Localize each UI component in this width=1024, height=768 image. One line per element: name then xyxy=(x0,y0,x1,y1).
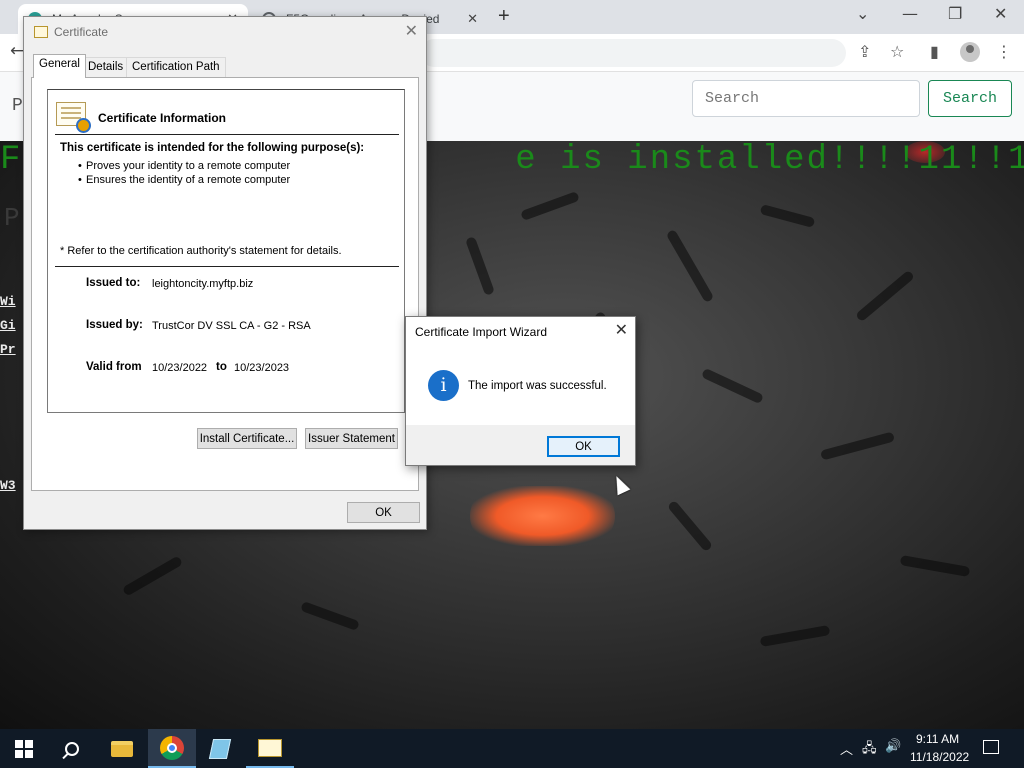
ok-button[interactable]: OK xyxy=(347,502,420,523)
tab-general[interactable]: General xyxy=(33,54,86,78)
tray-chevron-icon[interactable]: ︿ xyxy=(840,739,853,758)
info-title: Certificate Information xyxy=(98,111,227,125)
clock-date[interactable]: 11/18/2022 xyxy=(910,750,969,764)
valid-to-label: to xyxy=(216,361,227,373)
general-tab-panel: Certificate Information This certificate… xyxy=(31,77,419,491)
background-pattern xyxy=(520,191,580,221)
taskbar-chrome[interactable] xyxy=(148,729,196,768)
issued-to-label: Issued to: xyxy=(86,277,141,289)
dialog-footer: OK xyxy=(406,425,635,465)
folder-icon xyxy=(111,740,133,757)
background-pattern xyxy=(666,499,714,553)
background-pattern xyxy=(854,269,916,323)
tab-certification-path[interactable]: Certification Path xyxy=(126,57,226,78)
network-icon[interactable]: 🖧 xyxy=(862,739,877,761)
hero-subheading: P xyxy=(4,203,20,233)
background-pattern xyxy=(819,431,896,461)
issued-by-value: TrustCor DV SSL CA - G2 - RSA xyxy=(152,320,311,332)
minimize-button[interactable]: — xyxy=(902,4,918,23)
background-highlight xyxy=(470,486,615,546)
background-pattern xyxy=(759,204,816,228)
background-pattern xyxy=(465,236,495,296)
info-icon: i xyxy=(428,370,459,401)
tab-close-icon[interactable]: ✕ xyxy=(467,11,478,27)
background-pattern xyxy=(700,367,765,405)
link-pr[interactable]: Pr xyxy=(0,342,16,357)
link-w3[interactable]: W3 xyxy=(0,478,16,493)
link-gi[interactable]: Gi xyxy=(0,318,16,333)
certificate-icon xyxy=(34,26,48,38)
close-icon[interactable]: ✕ xyxy=(405,21,418,40)
valid-from-value: 10/23/2022 xyxy=(152,362,208,374)
link-wi[interactable]: Wi xyxy=(0,294,16,309)
import-wizard-dialog: Certificate Import Wizard ✕ i The import… xyxy=(405,316,636,466)
background-pattern xyxy=(759,624,831,648)
issuer-statement-button[interactable]: Issuer Statement xyxy=(305,428,398,449)
success-message: The import was successful. xyxy=(468,380,607,392)
valid-from-label: Valid from xyxy=(86,361,142,373)
divider xyxy=(55,134,399,135)
chrome-icon xyxy=(160,735,184,760)
dialog-title: Certificate xyxy=(54,25,109,39)
profile-avatar-icon[interactable] xyxy=(960,42,980,62)
share-icon[interactable]: ⇪ xyxy=(858,42,871,61)
certificate-icon xyxy=(258,738,282,757)
search-icon xyxy=(65,741,79,756)
search-button[interactable]: Search xyxy=(928,80,1012,117)
taskbar-notepad[interactable] xyxy=(196,729,244,768)
taskbar-file-explorer[interactable] xyxy=(98,729,146,768)
windows-logo-icon xyxy=(15,739,33,758)
taskbar-certificate[interactable] xyxy=(246,729,294,768)
navbar-brand[interactable]: P xyxy=(12,96,23,116)
certificate-dialog: Certificate ✕ General Details Certificat… xyxy=(23,16,427,530)
taskbar-search-button[interactable] xyxy=(48,729,96,768)
window-close-button[interactable]: ✕ xyxy=(994,4,1007,23)
background-pattern xyxy=(665,228,715,304)
start-button[interactable] xyxy=(0,729,48,768)
search-input[interactable] xyxy=(692,80,920,117)
background-pattern xyxy=(300,601,360,631)
menu-kebab-icon[interactable]: ⋮ xyxy=(996,42,1012,61)
certificate-icon xyxy=(56,102,91,133)
purpose-heading: This certificate is intended for the fol… xyxy=(60,142,365,154)
new-tab-button[interactable]: + xyxy=(498,5,510,28)
close-icon[interactable]: ✕ xyxy=(615,320,628,339)
notepad-icon xyxy=(208,738,232,759)
tab-details[interactable]: Details xyxy=(82,57,130,78)
bookmark-star-icon[interactable]: ☆ xyxy=(890,42,904,61)
issued-to-value: leightoncity.myftp.biz xyxy=(152,278,254,290)
purpose-item: Proves your identity to a remote compute… xyxy=(78,160,290,172)
install-certificate-button[interactable]: Install Certificate... xyxy=(197,428,297,449)
dialog-title: Certificate Import Wizard xyxy=(415,325,548,339)
address-bar[interactable] xyxy=(420,39,846,67)
dialog-titlebar: Certificate xyxy=(34,25,108,39)
tab-search-chevron-icon[interactable]: ⌄ xyxy=(856,4,869,23)
notification-icon[interactable] xyxy=(983,740,999,754)
background-pattern xyxy=(121,555,184,597)
certificate-info-box: Certificate Information This certificate… xyxy=(47,89,405,413)
clock-time[interactable]: 9:11 AM xyxy=(916,732,959,746)
refer-note: * Refer to the certification authority's… xyxy=(60,245,342,257)
valid-to-value: 10/23/2023 xyxy=(234,362,290,374)
issued-by-label: Issued by: xyxy=(86,319,143,331)
volume-icon[interactable]: 🔊 xyxy=(885,739,901,754)
taskbar: ︿ 🖧 🔊 9:11 AM 11/18/2022 xyxy=(0,729,1024,768)
divider xyxy=(55,266,399,267)
ok-button[interactable]: OK xyxy=(547,436,620,457)
background-pattern xyxy=(899,554,971,578)
restore-button[interactable]: ❐ xyxy=(948,4,962,23)
purpose-item: Ensures the identity of a remote compute… xyxy=(78,174,290,186)
side-panel-icon[interactable]: ▮ xyxy=(930,42,939,61)
